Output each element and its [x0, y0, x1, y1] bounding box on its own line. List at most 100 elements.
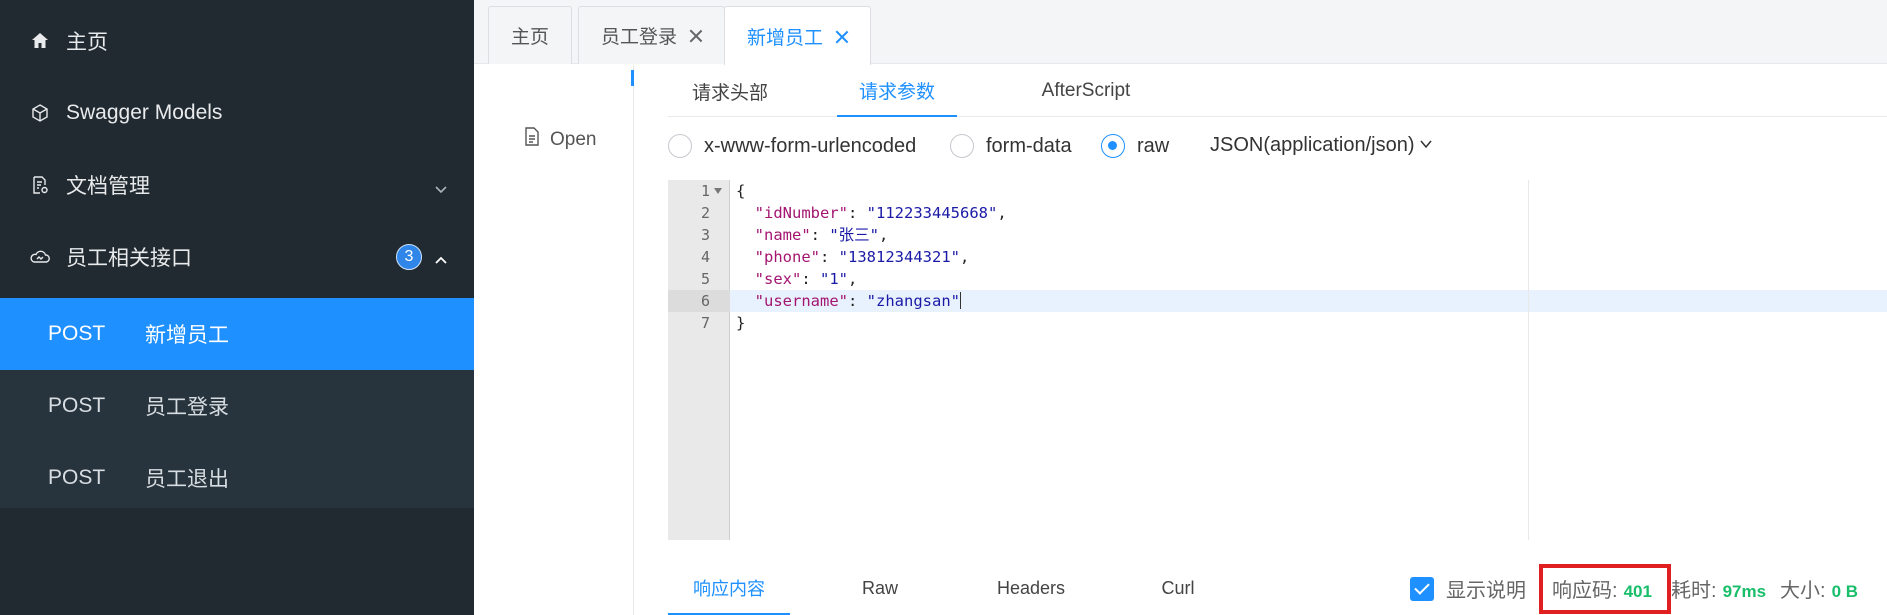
radio-label: form-data — [986, 134, 1072, 157]
json-value: "1" — [820, 270, 849, 288]
code-line: "name": "张三", — [754, 226, 889, 244]
line-number: 2 — [700, 204, 710, 222]
json-key: "username" — [754, 292, 848, 310]
response-time-label: 耗时: — [1671, 580, 1717, 602]
api-name: 员工退出 — [145, 468, 229, 491]
tab-label: 请求参数 — [858, 81, 935, 103]
body-type-selector: x-www-form-urlencoded form-data raw JSON… — [668, 128, 1887, 164]
cloud-icon — [29, 246, 51, 268]
radio-label: raw — [1137, 134, 1170, 157]
http-method: POST — [48, 322, 106, 345]
tab-response-content[interactable]: 响应内容 — [668, 562, 790, 615]
radio-label: x-www-form-urlencoded — [704, 134, 917, 157]
close-icon[interactable] — [689, 29, 702, 42]
api-name: 员工登录 — [145, 396, 229, 419]
line-number: 4 — [700, 248, 710, 266]
chevron-down-icon — [1419, 134, 1433, 157]
response-size: 大小: 0 B — [1780, 574, 1858, 603]
count-badge: 3 — [396, 244, 422, 270]
fold-arrow-icon[interactable] — [714, 188, 722, 194]
tab-label: Raw — [861, 578, 898, 598]
document-settings-icon — [29, 174, 51, 196]
checkbox-checked[interactable] — [1410, 576, 1434, 601]
tab-label: AfterScript — [1041, 80, 1131, 101]
json-value: "13812344321" — [838, 248, 960, 266]
brace: } — [736, 314, 746, 332]
active-indicator — [631, 70, 634, 86]
api-item-add-employee[interactable]: POST 新增员工 — [0, 298, 474, 370]
line-number: 3 — [700, 226, 710, 244]
chevron-up-icon — [434, 250, 448, 264]
tab-request-params[interactable]: 请求参数 — [837, 65, 957, 117]
http-method: POST — [48, 394, 106, 417]
tab-label: 主页 — [511, 27, 550, 48]
code-line: "idNumber": "112233445668", — [754, 204, 1007, 222]
api-item-employee-logout[interactable]: POST 员工退出 — [0, 442, 474, 514]
tab-add-employee[interactable]: 新增员工 — [724, 6, 872, 65]
json-key: "name" — [754, 226, 811, 244]
line-number: 6 — [700, 292, 710, 310]
json-key: "idNumber" — [754, 204, 848, 222]
sidebar-item-label: 员工相关接口 — [66, 247, 192, 270]
response-tabs: 响应内容 Raw Headers Curl 显示说明 响应码: 401 耗时: … — [668, 562, 1887, 615]
comma: , — [960, 248, 970, 266]
code-line: { — [736, 180, 745, 202]
response-time-value: 97ms — [1722, 582, 1767, 601]
line-number: 5 — [700, 270, 710, 288]
document-icon — [524, 127, 540, 152]
tab-request-headers[interactable]: 请求头部 — [668, 65, 792, 117]
tab-response-headers[interactable]: Headers — [981, 562, 1081, 615]
radio-form-data[interactable]: form-data — [950, 134, 1072, 158]
open-button[interactable]: Open — [524, 127, 596, 152]
sidebar-item-docs[interactable]: 文档管理 — [0, 149, 474, 221]
code-line: } — [736, 312, 745, 334]
radio-circle[interactable] — [668, 134, 692, 158]
tab-home[interactable]: 主页 — [488, 6, 573, 64]
open-label: Open — [550, 128, 597, 150]
sidebar-item-label: 文档管理 — [66, 175, 150, 198]
content-type-label: JSON(application/json) — [1210, 134, 1415, 156]
sidebar-item-swagger-models[interactable]: Swagger Models — [0, 77, 474, 149]
tab-afterscript[interactable]: AfterScript — [1018, 65, 1154, 117]
radio-circle[interactable] — [1101, 134, 1125, 158]
http-method: POST — [48, 466, 106, 489]
tab-label: Curl — [1161, 578, 1195, 598]
sidebar-item-label: 主页 — [66, 31, 108, 54]
comma: , — [879, 226, 889, 244]
tab-label: 请求头部 — [691, 82, 768, 104]
sidebar-item-employee-api[interactable]: 员工相关接口 3 — [0, 221, 474, 293]
tab-response-curl[interactable]: Curl — [1138, 562, 1218, 615]
show-description-label: 显示说明 — [1446, 580, 1526, 602]
chevron-down-icon — [434, 178, 448, 194]
text-cursor — [960, 292, 961, 309]
request-tabs: 请求头部 请求参数 AfterScript — [668, 65, 1887, 117]
highlight-box — [1539, 564, 1671, 614]
tab-label: Headers — [996, 578, 1066, 598]
sidebar-item-home[interactable]: 主页 — [0, 5, 474, 77]
content-type-dropdown[interactable]: JSON(application/json) — [1210, 134, 1433, 157]
json-value: "zhangsan" — [866, 292, 960, 310]
json-value: "张三" — [829, 226, 880, 244]
code-line: "phone": "13812344321", — [754, 248, 970, 266]
tab-label: 响应内容 — [693, 578, 765, 599]
sidebar-item-label: Swagger Models — [66, 101, 223, 124]
close-icon[interactable] — [835, 30, 848, 43]
response-size-label: 大小: — [1780, 580, 1826, 602]
json-value: "112233445668" — [866, 204, 998, 222]
radio-circle[interactable] — [950, 134, 974, 158]
json-key: "sex" — [754, 270, 802, 288]
radio-x-www-form-urlencoded[interactable]: x-www-form-urlencoded — [668, 134, 916, 158]
cube-icon — [29, 102, 51, 124]
json-body-editor[interactable]: 1 2 3 4 5 6 7 { "idNumber": "11223344566… — [668, 180, 1887, 540]
json-key: "phone" — [754, 248, 820, 266]
submenu-employee-api: POST 新增员工 POST 员工登录 POST 员工退出 — [0, 298, 474, 508]
tab-label: 员工登录 — [601, 27, 678, 48]
radio-raw[interactable]: raw — [1101, 134, 1169, 158]
show-description-toggle[interactable]: 显示说明 — [1410, 574, 1526, 603]
comma: , — [848, 270, 858, 288]
api-item-employee-login[interactable]: POST 员工登录 — [0, 370, 474, 442]
tab-response-raw[interactable]: Raw — [836, 562, 924, 615]
tab-employee-login[interactable]: 员工登录 — [578, 6, 726, 64]
code-line: "sex": "1", — [754, 270, 858, 288]
api-name: 新增员工 — [145, 324, 229, 347]
